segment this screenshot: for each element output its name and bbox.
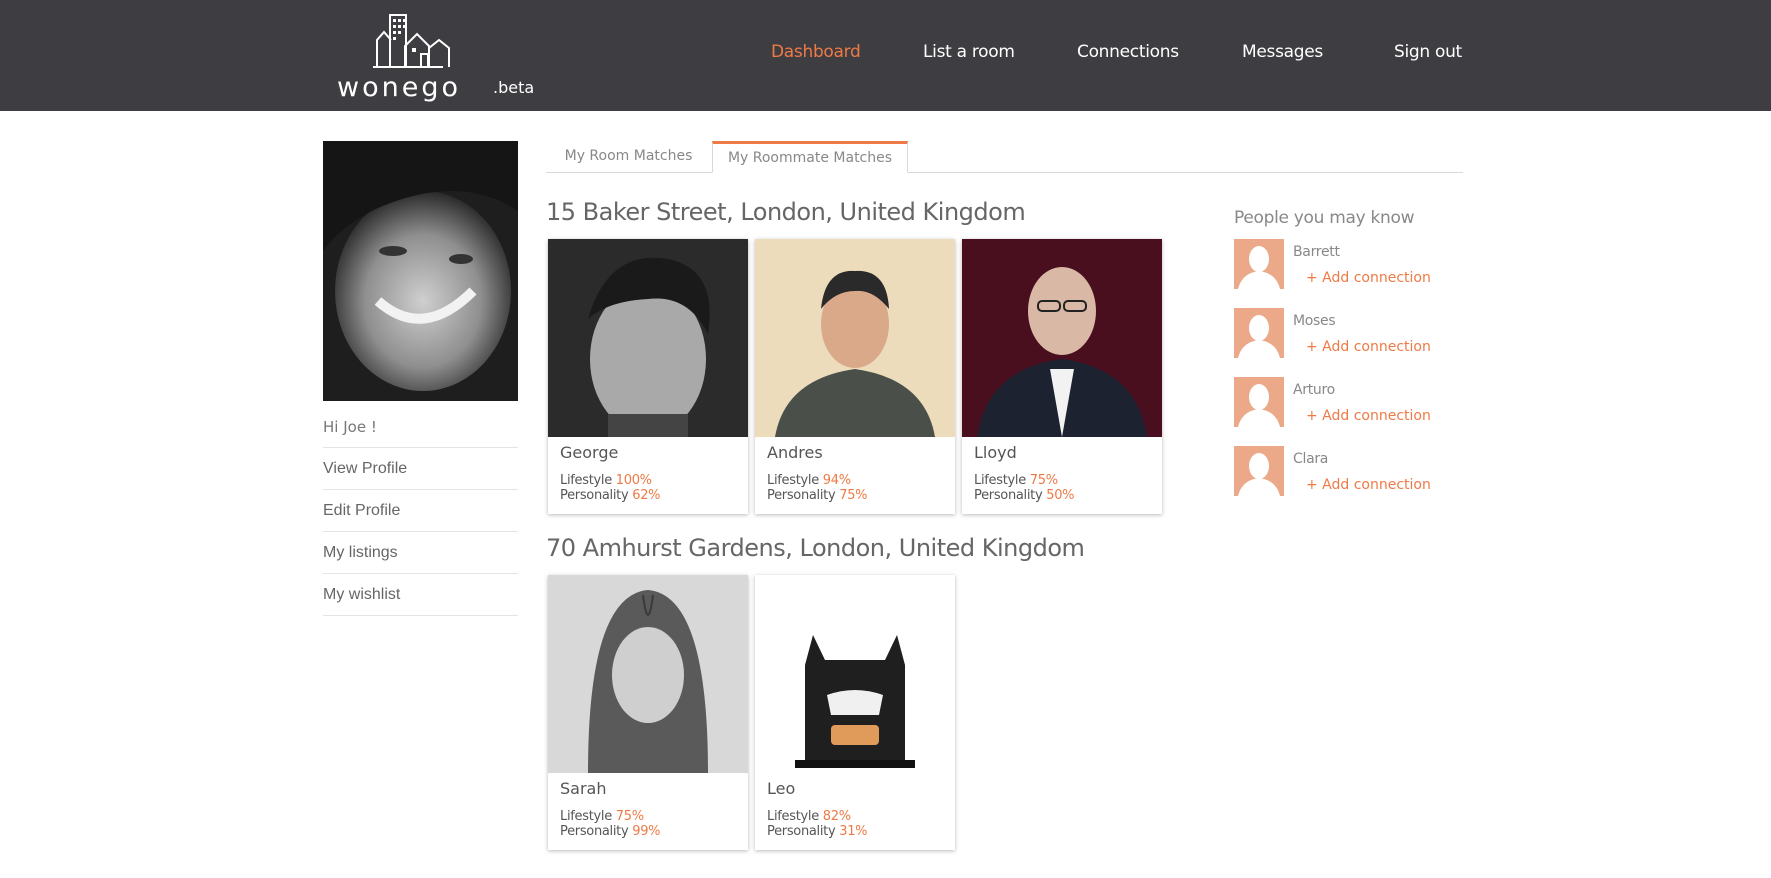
match-card[interactable]: George Lifestyle 100% Personality 62% <box>548 239 748 514</box>
sidebar-item-edit-profile[interactable]: Edit Profile <box>323 490 518 532</box>
logo-wordmark: wonego <box>337 72 461 103</box>
person-silhouette-icon <box>1238 246 1280 289</box>
sidebar-item-view-profile[interactable]: View Profile <box>323 448 518 490</box>
greeting-text: Hi Joe ! <box>323 406 518 448</box>
city-buildings-logo-icon <box>373 14 450 68</box>
add-connection-link[interactable]: + Add connection <box>1306 339 1431 355</box>
nav-messages[interactable]: Messages <box>1242 42 1323 62</box>
avatar[interactable] <box>1234 308 1284 358</box>
match-photo <box>755 575 955 773</box>
tab-my-roommate-matches[interactable]: My Roommate Matches <box>712 141 908 173</box>
listing-address: 70 Amhurst Gardens, London, United Kingd… <box>546 534 1085 562</box>
match-photo <box>548 575 748 773</box>
lifestyle-score: Lifestyle 94% <box>767 473 851 488</box>
person-name[interactable]: Moses <box>1293 313 1336 329</box>
match-name: Lloyd <box>974 443 1017 462</box>
person-silhouette-icon <box>1238 315 1280 358</box>
add-connection-link[interactable]: + Add connection <box>1306 477 1431 493</box>
match-name: Andres <box>767 443 823 462</box>
personality-score: Personality 99% <box>560 824 661 839</box>
match-card[interactable]: Leo Lifestyle 82% Personality 31% <box>755 575 955 850</box>
match-name: Sarah <box>560 779 607 798</box>
person-name[interactable]: Clara <box>1293 451 1328 467</box>
person-silhouette-icon <box>1238 453 1280 496</box>
add-connection-link[interactable]: + Add connection <box>1306 270 1431 286</box>
sidebar-item-my-wishlist[interactable]: My wishlist <box>323 574 518 616</box>
personality-score: Personality 50% <box>974 488 1075 503</box>
avatar[interactable] <box>1234 239 1284 289</box>
personality-score: Personality 75% <box>767 488 868 503</box>
match-name: Leo <box>767 779 796 798</box>
nav-sign-out[interactable]: Sign out <box>1394 42 1462 62</box>
logo-beta-suffix: .beta <box>493 78 535 97</box>
person-silhouette-icon <box>1238 384 1280 427</box>
nav-connections[interactable]: Connections <box>1077 42 1179 62</box>
people-you-may-know-title: People you may know <box>1234 208 1415 228</box>
match-photo <box>962 239 1162 437</box>
tab-my-room-matches[interactable]: My Room Matches <box>551 141 706 173</box>
profile-photo-image <box>323 141 518 401</box>
wonego-logo[interactable]: wonego .beta <box>335 10 535 103</box>
avatar[interactable] <box>1234 377 1284 427</box>
match-card[interactable]: Sarah Lifestyle 75% Personality 99% <box>548 575 748 850</box>
personality-score: Personality 62% <box>560 488 661 503</box>
match-photo <box>755 239 955 437</box>
lifestyle-score: Lifestyle 100% <box>560 473 652 488</box>
add-connection-link[interactable]: + Add connection <box>1306 408 1431 424</box>
sidebar-item-label[interactable]: My listings <box>323 544 398 561</box>
person-name[interactable]: Arturo <box>1293 382 1335 398</box>
nav-dashboard[interactable]: Dashboard <box>771 42 861 62</box>
match-photo <box>548 239 748 437</box>
personality-score: Personality 31% <box>767 824 868 839</box>
match-name: George <box>560 443 619 462</box>
sidebar-item-my-listings[interactable]: My listings <box>323 532 518 574</box>
avatar[interactable] <box>1234 446 1284 496</box>
match-card[interactable]: Andres Lifestyle 94% Personality 75% <box>755 239 955 514</box>
sidebar-item-label[interactable]: View Profile <box>323 460 407 477</box>
lifestyle-score: Lifestyle 82% <box>767 809 851 824</box>
listing-address: 15 Baker Street, London, United Kingdom <box>546 198 1026 226</box>
nav-list-a-room[interactable]: List a room <box>923 42 1015 62</box>
sidebar-item-label[interactable]: My wishlist <box>323 586 400 603</box>
top-navigation-bar: wonego .beta Dashboard List a room Conne… <box>0 0 1771 111</box>
profile-photo[interactable] <box>323 141 518 401</box>
match-card[interactable]: Lloyd Lifestyle 75% Personality 50% <box>962 239 1162 514</box>
person-name[interactable]: Barrett <box>1293 244 1340 260</box>
lifestyle-score: Lifestyle 75% <box>974 473 1058 488</box>
lifestyle-score: Lifestyle 75% <box>560 809 644 824</box>
sidebar-item-label[interactable]: Edit Profile <box>323 502 400 519</box>
